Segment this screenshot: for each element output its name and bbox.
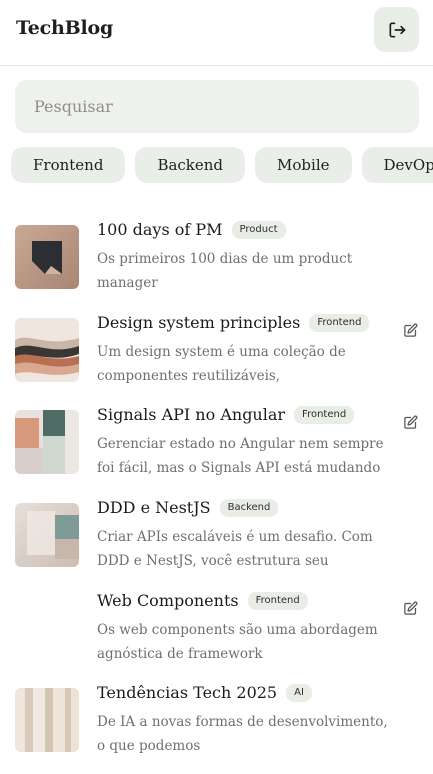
logout-icon [389, 22, 405, 38]
post-item[interactable]: 100 days of PM Product Os primeiros 100 … [0, 216, 433, 296]
post-title[interactable]: 100 days of PM [97, 220, 223, 239]
category-chip-devops[interactable]: DevOps [361, 147, 433, 183]
post-title[interactable]: Signals API no Angular [97, 405, 285, 424]
tag-badge: Frontend [294, 405, 355, 424]
post-thumbnail [15, 225, 79, 289]
app-header: TechBlog [0, 0, 433, 66]
category-chip-frontend[interactable]: Frontend [11, 147, 126, 183]
post-title[interactable]: Tendências Tech 2025 [97, 683, 277, 702]
edit-post-button[interactable] [402, 322, 418, 338]
edit-post-button[interactable] [402, 414, 418, 430]
post-title[interactable]: DDD e NestJS [97, 498, 211, 517]
category-chip-mobile[interactable]: Mobile [255, 147, 352, 183]
post-thumbnail [15, 318, 79, 382]
post-item[interactable]: Design system principles Frontend Um des… [0, 309, 433, 389]
tag-badge: Backend [219, 498, 279, 517]
post-description: Gerenciar estado no Angular nem sempre f… [97, 436, 384, 476]
post-title[interactable]: Web Components [97, 591, 239, 610]
post-item[interactable]: Tendências Tech 2025 AI De IA a novas fo… [0, 679, 433, 759]
post-item[interactable]: DDD e NestJS Backend Criar APIs escaláve… [0, 494, 433, 574]
post-thumbnail [15, 410, 79, 474]
post-item[interactable]: Web Components Frontend Os web component… [0, 587, 433, 667]
tag-badge: Frontend [247, 591, 308, 610]
category-chip-backend[interactable]: Backend [135, 147, 246, 183]
post-thumbnail [15, 503, 79, 567]
post-description: Os web components são uma abordagem agnó… [97, 622, 378, 662]
edit-post-button[interactable] [402, 600, 418, 616]
search-input[interactable] [34, 97, 419, 116]
tag-badge: AI [286, 683, 312, 702]
edit-icon [403, 415, 417, 429]
tag-badge: Frontend [309, 313, 370, 332]
search-bar[interactable] [15, 80, 419, 133]
category-filter-bar: Frontend Backend Mobile DevOps [11, 147, 433, 185]
brand-title: TechBlog [16, 17, 114, 39]
edit-icon [403, 323, 417, 337]
logout-button[interactable] [374, 7, 419, 52]
post-item[interactable]: Signals API no Angular Frontend Gerencia… [0, 401, 433, 481]
post-description: Criar APIs escaláveis é um desafio. Com … [97, 529, 373, 569]
post-title[interactable]: Design system principles [97, 313, 300, 332]
post-thumbnail [15, 688, 79, 752]
post-description: Um design system é uma coleção de compon… [97, 344, 346, 384]
tag-badge: Product [231, 220, 286, 239]
post-description: De IA a novas formas de desenvolvimento,… [97, 714, 388, 754]
edit-icon [403, 601, 417, 615]
post-description: Os primeiros 100 dias de um product mana… [97, 251, 353, 291]
